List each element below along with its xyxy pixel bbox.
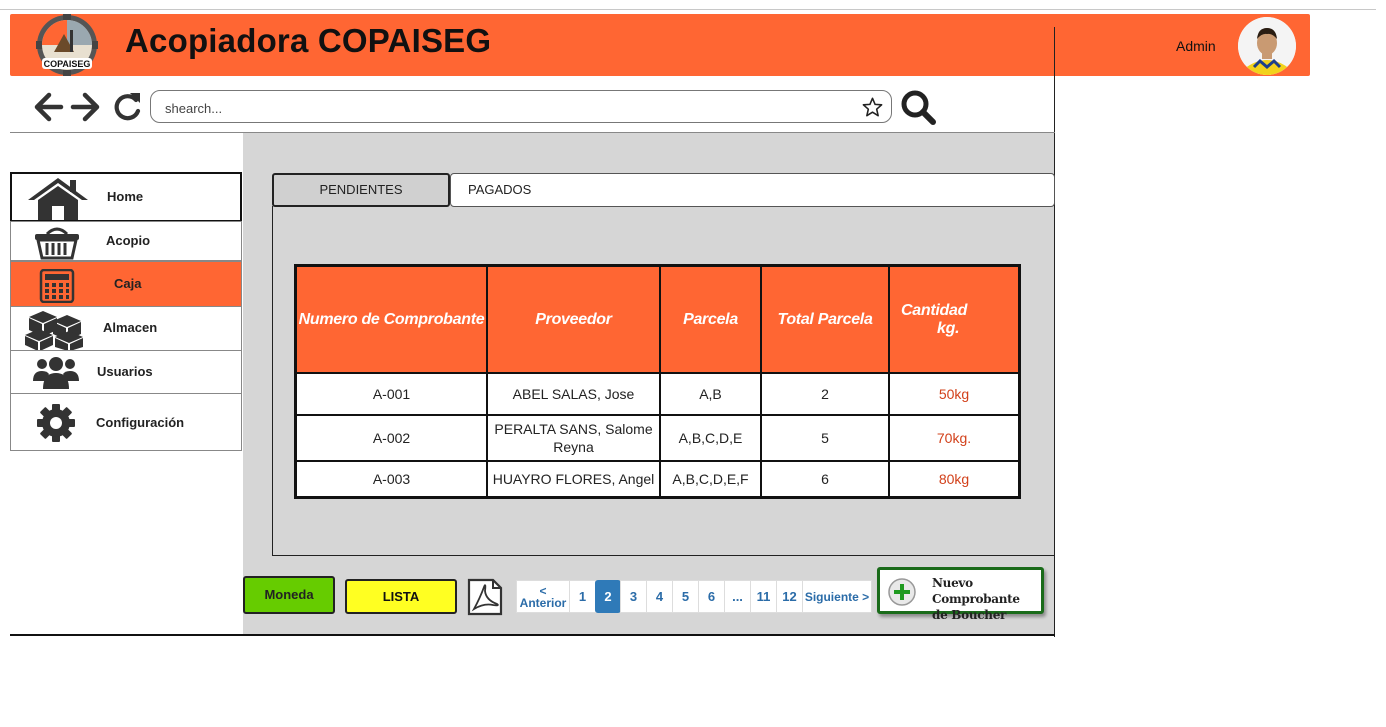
refresh-icon[interactable] [111,89,143,125]
user-name: Admin [1176,38,1216,54]
sidebar-item-label: Acopio [106,233,151,248]
sidebar-item-almacen[interactable]: Almacen [10,306,242,351]
pagination-prev[interactable]: < Anterior [516,580,570,613]
logo-text: COPAISEG [44,59,91,69]
sidebar-item-configuracion[interactable]: Configuración [10,393,242,451]
pagination-page[interactable]: 3 [620,580,647,613]
sidebar-item-acopio[interactable]: Acopio [10,221,242,261]
table-cell: ABEL SALAS, Jose [486,372,661,416]
forward-arrow-icon[interactable] [69,90,101,124]
new-voucher-label-line: de Boucher [932,608,1007,622]
table-cell: A,B,C,D,E [659,414,762,462]
footer-divider [10,634,1055,636]
sidebar-item-home[interactable]: Home [10,172,242,222]
sidebar-item-usuarios[interactable]: Usuarios [10,350,242,394]
pagination-page[interactable]: 6 [698,580,725,613]
tab-pendientes[interactable]: PENDIENTES [272,173,450,207]
back-arrow-icon[interactable] [33,90,65,124]
home-icon [28,178,88,220]
moneda-button[interactable]: Moneda [243,576,335,614]
table-cell: 2 [760,372,890,416]
table-cell-line: Reyna [553,439,594,455]
pagination-page[interactable]: 12 [776,580,803,613]
column-header: Numero de Comprobante [294,264,488,374]
table-cell-line: PERALTA SANS, Salome [494,421,653,437]
table-cell: A,B,C,D,E,F [659,460,762,498]
table-cell: A-001 [294,372,488,416]
pagination-next[interactable]: Siguiente > [802,580,872,613]
new-voucher-label: Nuevo Comprobante de Boucher [932,575,1041,623]
add-icon [888,578,916,606]
sidebar-item-label: Almacen [103,320,158,335]
search-input[interactable] [163,97,857,119]
logo: COPAISEG [36,14,98,76]
top-divider [0,9,1376,10]
table-header-row: Numero de Comprobante Proveedor Parcela … [294,264,1021,374]
table-cell: A-003 [294,460,488,498]
star-icon[interactable] [862,97,883,117]
column-header: Total Parcela [760,264,890,374]
table-cell: 5 [760,414,890,462]
pagination-page[interactable]: 1 [569,580,596,613]
sidebar-item-label: Caja [114,276,142,291]
pagination-page[interactable]: 11 [750,580,777,613]
boxes-icon [25,311,83,351]
gear-icon [37,404,75,442]
pagination-ellipsis: ... [724,580,751,613]
avatar[interactable] [1238,17,1296,75]
search-icon[interactable] [900,89,938,126]
table-row[interactable]: A-001 ABEL SALAS, Jose A,B 2 50kg [294,372,1021,416]
sidebar-item-caja[interactable]: Caja [10,261,242,307]
new-voucher-label-line: Nuevo Comprobante [932,576,1020,606]
table-cell: 50kg [888,372,1021,416]
table-cell: 70kg. [888,414,1021,462]
new-voucher-button[interactable]: Nuevo Comprobante de Boucher [877,567,1044,622]
pagination-page-current[interactable]: 2 [595,580,621,613]
pagination-prev-label: Anterior [519,595,567,610]
table-cell: PERALTA SANS, Salome Reyna [486,414,661,462]
search-bar [150,90,892,123]
pagination-page[interactable]: 4 [646,580,673,613]
table-row[interactable]: A-003 HUAYRO FLORES, Angel A,B,C,D,E,F 6… [294,460,1021,498]
table-cell: 6 [760,460,890,498]
app-title: Acopiadora COPAISEG [125,22,492,59]
pagination-prev-arrow: < [539,583,547,598]
lista-button[interactable]: LISTA [345,579,457,614]
column-header: Proveedor [486,264,661,374]
column-header-line: Cantidad [901,301,968,319]
sidebar-item-label: Usuarios [97,364,153,379]
table-cell: A-002 [294,414,488,462]
users-icon [33,357,79,389]
vouchers-table: Numero de Comprobante Proveedor Parcela … [294,264,1021,499]
table-cell: 80kg [888,460,1021,498]
table-cell: HUAYRO FLORES, Angel [486,460,661,498]
tab-pagados[interactable]: PAGADOS [450,173,1055,207]
table-cell: A,B [659,372,762,416]
basket-icon [35,227,79,260]
pagination: < Anterior 1 2 3 4 5 6 ... 11 12 Siguien… [516,580,872,613]
pdf-icon[interactable] [466,578,504,616]
column-header-line: kg. [937,319,960,337]
sidebar-item-label: Home [107,189,144,204]
calculator-icon [39,269,75,303]
table-row[interactable]: A-002 PERALTA SANS, Salome Reyna A,B,C,D… [294,414,1021,462]
pagination-page[interactable]: 5 [672,580,699,613]
sidebar-item-label: Configuración [96,415,185,430]
column-header: Cantidad kg. [888,264,1021,374]
column-header: Parcela [659,264,762,374]
